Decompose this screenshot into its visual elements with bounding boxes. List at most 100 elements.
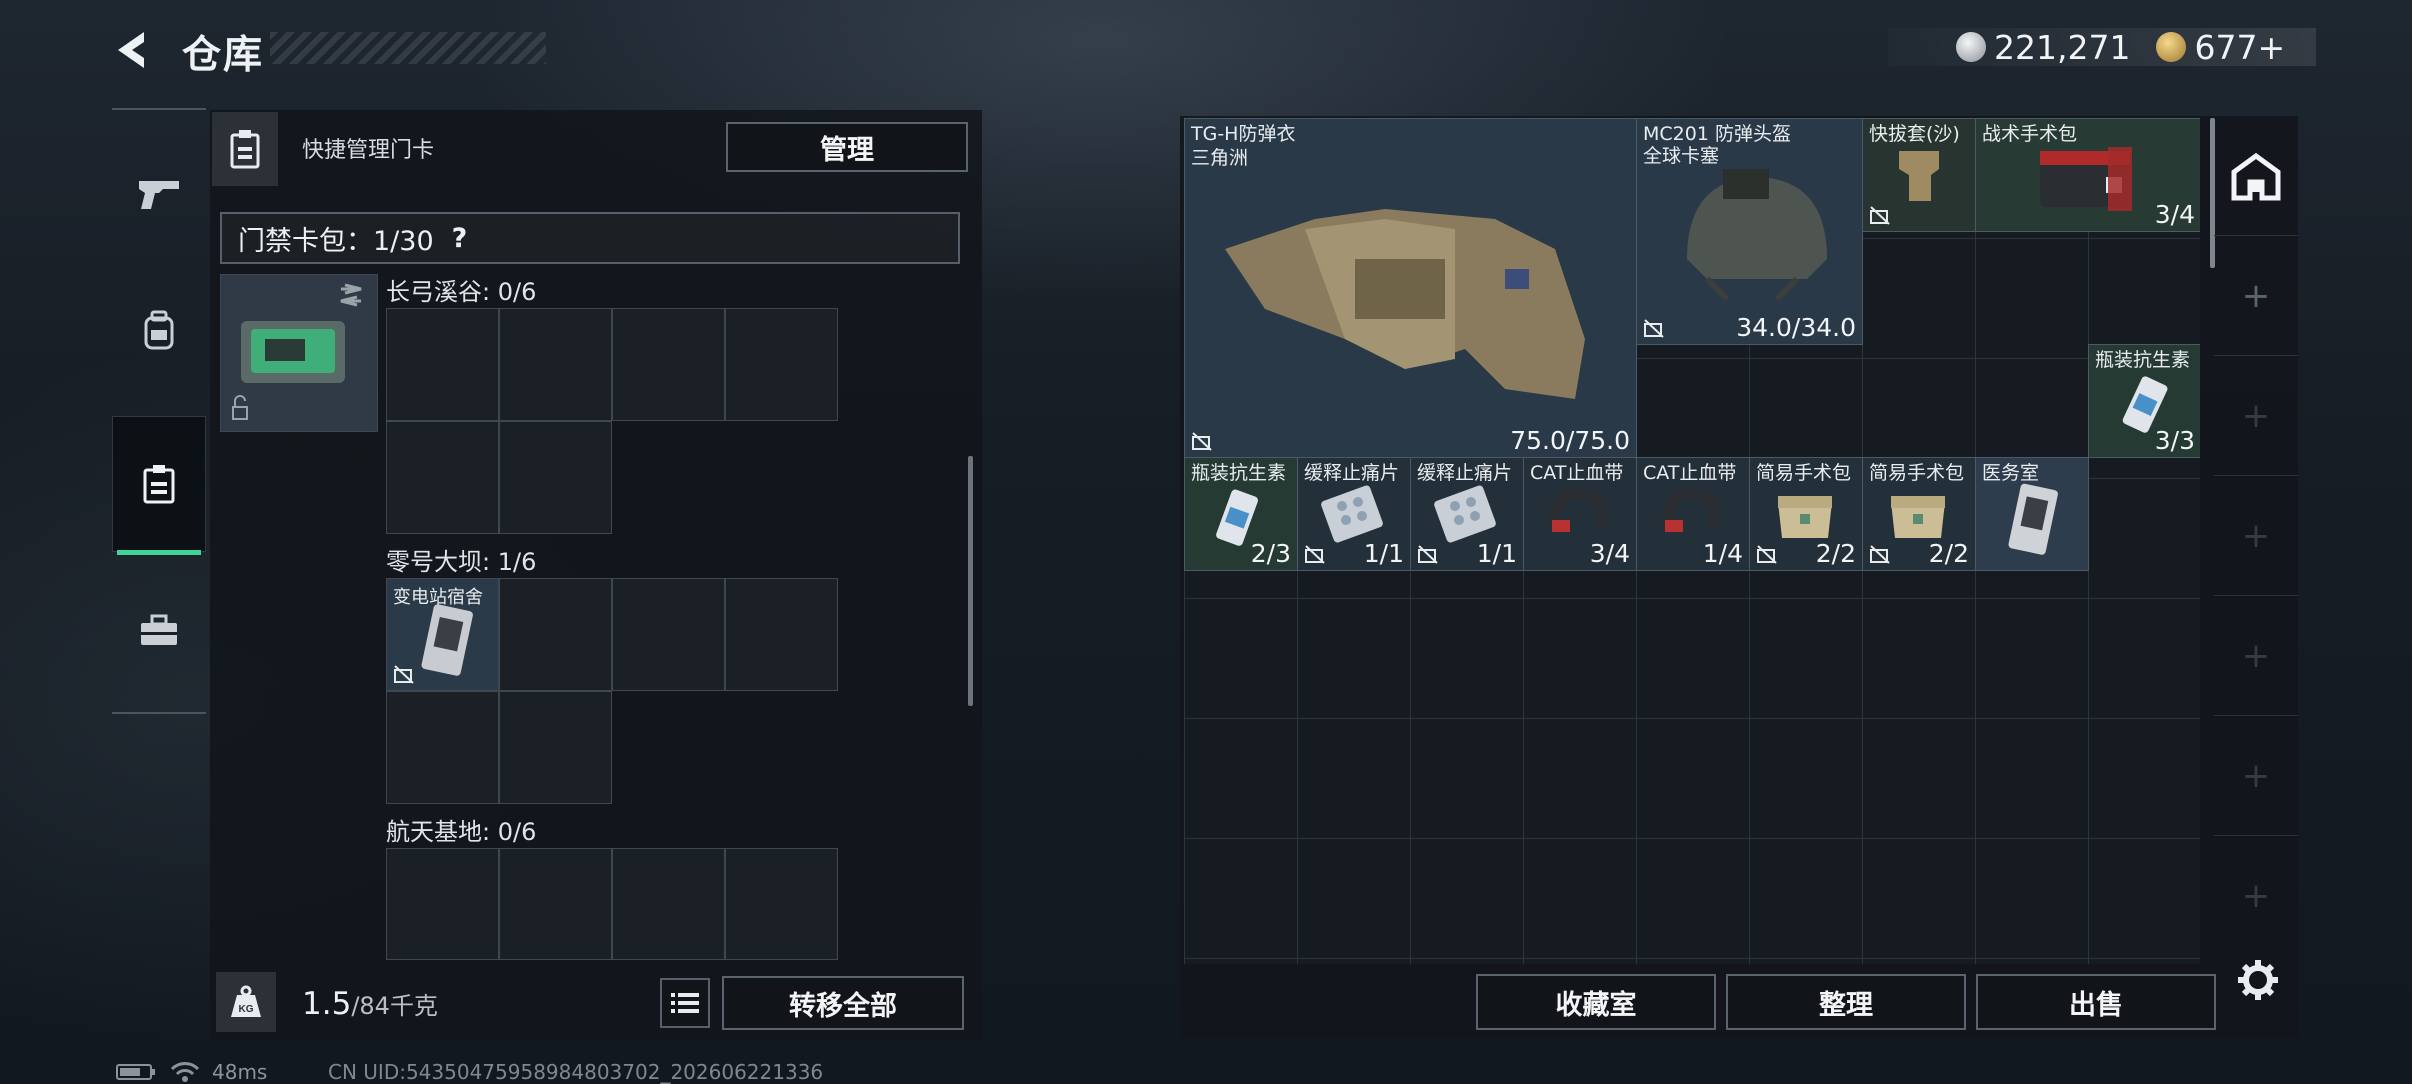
gear-icon[interactable]: [2236, 958, 2280, 1002]
map-slot[interactable]: [499, 691, 612, 804]
map-label-spacebase: 航天基地: 0/6: [386, 818, 537, 846]
back-arrow-icon[interactable]: [112, 28, 156, 72]
map-slot[interactable]: [725, 308, 838, 421]
add-storage-tab[interactable]: +: [2214, 596, 2298, 716]
item-name: 简易手术包: [1869, 462, 1965, 484]
quick-manage-label: 快捷管理门卡: [302, 138, 435, 163]
map-slot[interactable]: [386, 691, 499, 804]
item-tactical-surgery-kit[interactable]: 战术手术包 3/4: [1975, 118, 2200, 232]
add-storage-tab[interactable]: +: [2214, 836, 2298, 956]
sell-button[interactable]: 出售: [1976, 974, 2216, 1030]
tab-toolbox[interactable]: [112, 562, 206, 698]
map-slot[interactable]: [499, 308, 612, 421]
map-slot[interactable]: [612, 848, 725, 960]
unbound-icon: [1870, 206, 1890, 225]
left-scrollbar[interactable]: [968, 456, 973, 706]
item-name: 瓶装抗生素: [2095, 349, 2191, 371]
item-bottled-antibiotics[interactable]: 瓶装抗生素 3/3: [2088, 344, 2200, 458]
item-keycard-infirmary[interactable]: 医务室: [1975, 457, 2089, 571]
add-storage-tab[interactable]: +: [2214, 236, 2298, 356]
unbound-icon: [1757, 545, 1777, 564]
map-slot[interactable]: [725, 578, 838, 691]
sort-button[interactable]: 整理: [1726, 974, 1966, 1030]
item-simple-surgery-kit[interactable]: 简易手术包 2/2: [1749, 457, 1863, 571]
map-slot[interactable]: [499, 848, 612, 960]
storage-tabs-rail: + + + + + +: [2214, 118, 2298, 960]
item-simple-surgery-kit[interactable]: 简易手术包 2/2: [1862, 457, 1976, 571]
item-name: 缓释止痛片: [1304, 462, 1400, 484]
item-holster[interactable]: 快拔套(沙): [1862, 118, 1976, 232]
map-slot[interactable]: [386, 848, 499, 960]
item-name: 简易手术包: [1756, 462, 1852, 484]
wifi-icon: [170, 1062, 200, 1082]
item-durability: 34.0/34.0: [1736, 313, 1856, 342]
keycard-pack-slot[interactable]: [220, 274, 378, 432]
unbound-icon: [394, 665, 414, 684]
item-helmet[interactable]: MC201 防弹头盔 全球卡塞 34.0/34.0: [1636, 118, 1863, 345]
tab-equipment[interactable]: [112, 262, 206, 398]
unbound-icon: [1870, 545, 1890, 564]
surgery-pouch-icon: [1778, 496, 1832, 538]
tab-main-storage[interactable]: [2214, 118, 2298, 236]
list-view-button[interactable]: [660, 978, 710, 1028]
map-slot[interactable]: [386, 308, 499, 421]
item-painkiller[interactable]: 缓释止痛片 1/1: [1297, 457, 1411, 571]
add-storage-tab[interactable]: +: [2214, 356, 2298, 476]
item-count: 1/1: [1476, 539, 1517, 568]
map-slot[interactable]: [386, 421, 499, 534]
item-count: 1/4: [1702, 539, 1743, 568]
weight-icon: KG: [216, 972, 276, 1032]
keycard-icon: [421, 604, 473, 676]
item-count: 2/2: [1928, 539, 1969, 568]
item-name: 缓释止痛片: [1417, 462, 1513, 484]
item-name: TG-H防弹衣: [1191, 123, 1296, 145]
card-pack-header: 门禁卡包：1/30 ?: [220, 212, 960, 264]
pill-blister-icon: [1321, 485, 1383, 543]
unbound-icon: [1418, 545, 1438, 564]
gold-coin-icon: [2156, 32, 2187, 62]
holster-icon: [1899, 151, 1939, 201]
keycard-slot-substation[interactable]: 变电站宿舍: [386, 578, 499, 691]
unbound-icon: [1644, 319, 1664, 338]
currency-silver-value: 221,271: [1994, 27, 2131, 67]
item-name: 瓶装抗生素: [1191, 462, 1287, 484]
map-slot[interactable]: [499, 578, 612, 691]
surgery-kit-icon: [2040, 147, 2132, 211]
currency-bar: 221,271 677+: [1888, 27, 2316, 67]
collection-room-button[interactable]: 收藏室: [1476, 974, 1716, 1030]
add-storage-tab[interactable]: +: [2214, 716, 2298, 836]
unbound-icon: [1305, 545, 1325, 564]
item-bottled-antibiotics[interactable]: 瓶装抗生素 2/3: [1184, 457, 1298, 571]
item-durability: 75.0/75.0: [1510, 426, 1630, 455]
tab-keycards[interactable]: [112, 416, 206, 555]
item-count: 3/4: [2154, 200, 2195, 229]
tab-weapons[interactable]: [112, 126, 206, 262]
item-count: 2/3: [1250, 539, 1291, 568]
status-bar: 48ms: [116, 1060, 267, 1084]
currency-gold-value[interactable]: 677+: [2194, 28, 2285, 67]
tourniquet-icon: [1549, 487, 1608, 532]
svg-text:KG: KG: [239, 1004, 254, 1015]
item-subtitle: 三角洲: [1191, 147, 1249, 169]
map-slot[interactable]: [499, 421, 612, 534]
keycard-pack-icon: [232, 283, 362, 420]
keycard-case-icon: [212, 112, 278, 186]
item-cat-tourniquet[interactable]: CAT止血带 3/4: [1523, 457, 1637, 571]
help-icon[interactable]: ?: [452, 223, 468, 254]
transfer-all-button[interactable]: 转移全部: [722, 976, 964, 1030]
keycard-icon: [2008, 483, 2058, 555]
list-icon: [671, 993, 699, 1013]
manage-button[interactable]: 管理: [726, 122, 968, 172]
map-slot[interactable]: [612, 578, 725, 691]
add-storage-tab[interactable]: +: [2214, 476, 2298, 596]
item-painkiller[interactable]: 缓释止痛片 1/1: [1410, 457, 1524, 571]
item-count: 1/1: [1363, 539, 1404, 568]
item-body-armor[interactable]: TG-H防弹衣 三角洲 75.0/75.0: [1184, 118, 1637, 458]
item-count: 3/4: [1589, 539, 1630, 568]
warehouse-grid[interactable]: TG-H防弹衣 三角洲 75.0/75.0 MC201 防弹头盔 全球卡塞 34…: [1184, 118, 2200, 964]
item-cat-tourniquet[interactable]: CAT止血带 1/4: [1636, 457, 1750, 571]
unbound-icon: [1192, 432, 1212, 451]
map-slot[interactable]: [612, 308, 725, 421]
toolbox-icon: [141, 614, 177, 645]
map-slot[interactable]: [725, 848, 838, 960]
